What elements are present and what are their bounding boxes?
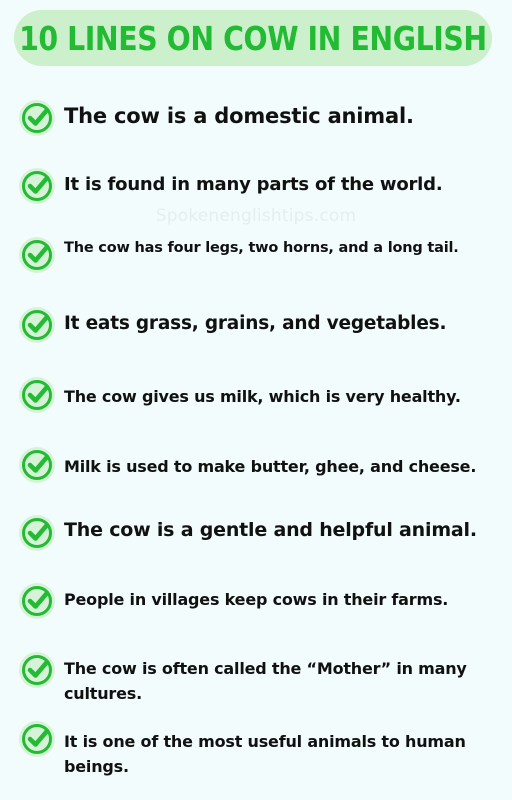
check-circle-icon: [17, 719, 57, 759]
check-circle-icon: [17, 235, 57, 275]
watermark: Spokenenglishtips.com: [155, 206, 357, 226]
line-text-9: The cow is often called the “Mother” in …: [64, 659, 467, 703]
check-circle-icon: [17, 98, 57, 138]
check-circle-icon: [17, 513, 57, 553]
line-text-4: It eats grass, grains, and vegetables.: [64, 313, 447, 334]
check-circle-icon: [17, 166, 57, 206]
check-circle-icon: [17, 650, 57, 690]
page-title: 10 LINES ON COW IN ENGLISH: [19, 18, 487, 58]
line-text-1: The cow is a domestic animal.: [64, 104, 414, 128]
line-text-6: Milk is used to make butter, ghee, and c…: [64, 457, 477, 476]
line-text-10: It is one of the most useful animals to …: [64, 732, 466, 776]
check-circle-icon: [17, 375, 57, 415]
check-circle-icon: [17, 581, 57, 621]
line-text-5: The cow gives us milk, which is very hea…: [64, 387, 461, 406]
line-text-3: The cow has four legs, two horns, and a …: [64, 240, 459, 256]
check-circle-icon: [17, 305, 57, 345]
check-circle-icon: [17, 445, 57, 485]
line-text-8: People in villages keep cows in their fa…: [64, 590, 449, 609]
line-text-7: The cow is a gentle and helpful animal.: [64, 519, 477, 541]
line-text-2: It is found in many parts of the world.: [64, 174, 443, 195]
title-banner: 10 LINES ON COW IN ENGLISH: [14, 10, 492, 66]
